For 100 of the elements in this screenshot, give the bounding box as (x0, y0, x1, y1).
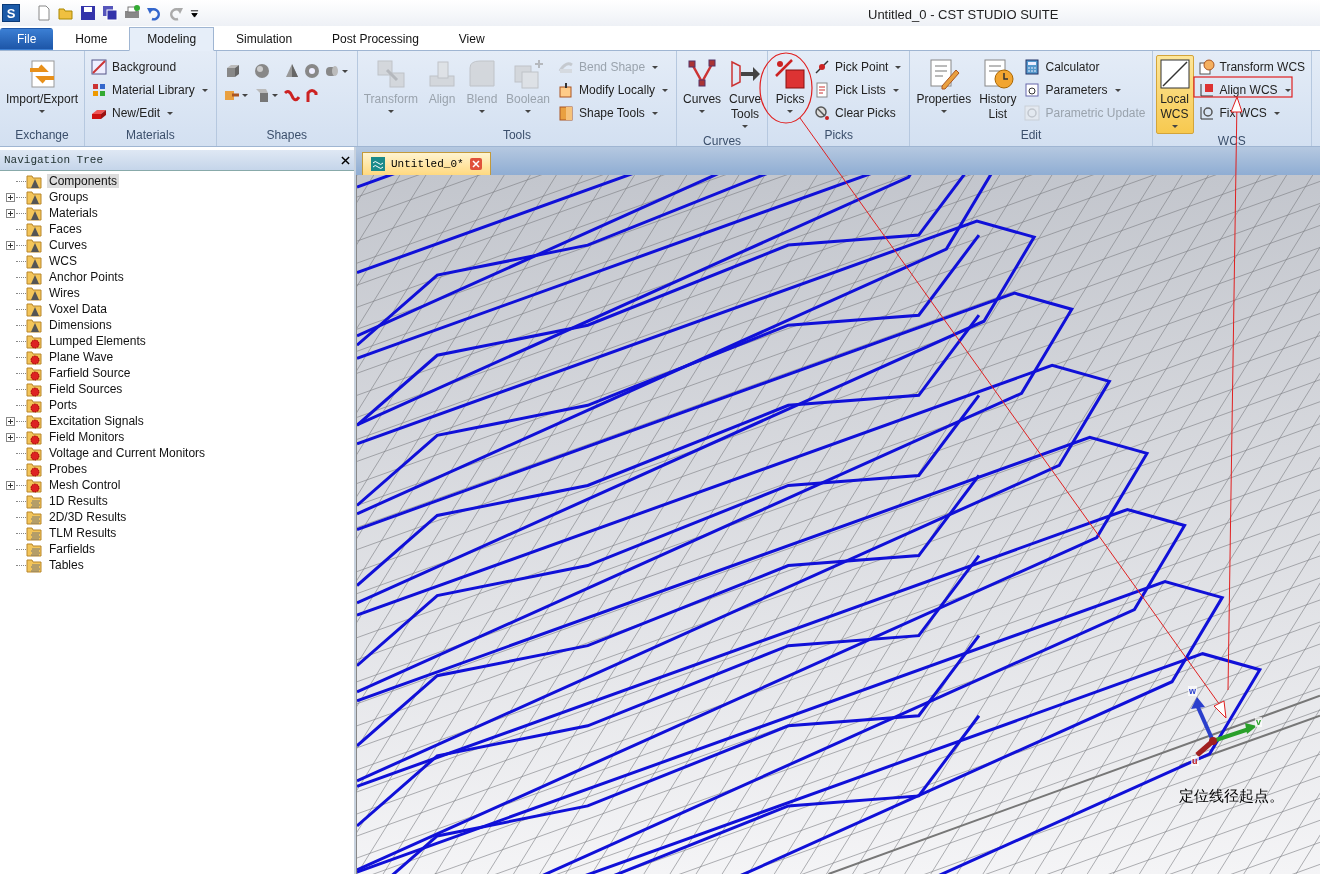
caret-icon (201, 88, 208, 92)
ribbon-large-button[interactable]: Properties (913, 55, 975, 119)
ribbon-button[interactable]: Clear Picks (811, 103, 907, 123)
cube-icon (558, 82, 574, 98)
expand-icon[interactable] (6, 432, 15, 442)
tree-item[interactable]: 1D Results (47, 494, 110, 508)
axis-label: u (1191, 756, 1199, 766)
caret-icon (1284, 88, 1291, 92)
ribbon-button[interactable]: Background (88, 57, 213, 77)
ribbon-large-button[interactable]: History List (976, 55, 1020, 125)
ribbon-button[interactable]: Pick Point (811, 57, 907, 77)
cone-icon (283, 63, 300, 79)
tree-item[interactable]: Curves (47, 238, 89, 252)
tree-item[interactable]: Components (47, 174, 120, 188)
document-tab[interactable]: Untitled_0* (362, 152, 491, 175)
squares-icon (512, 58, 544, 90)
window-title: Untitled_0 - CST STUDIO SUITE (868, 7, 1059, 22)
close-icon[interactable] (341, 155, 350, 165)
ribbon-large-button[interactable]: Picks (771, 55, 810, 119)
tree-item[interactable]: TLM Results (47, 526, 119, 540)
ribbon-button[interactable]: Material Library (88, 80, 213, 100)
ribbon-large-button[interactable]: Curve Tools (726, 55, 765, 134)
save-icon[interactable] (80, 5, 96, 21)
tree-item[interactable]: Wires (47, 286, 82, 300)
tree-item[interactable]: Plane Wave (47, 350, 116, 364)
expand-icon[interactable] (6, 416, 15, 426)
ribbon-button[interactable]: Parameters (1021, 80, 1149, 100)
tree-item[interactable]: Tables (47, 558, 86, 572)
caret-icon (895, 65, 902, 69)
ribbon-large-button[interactable]: Curves (680, 55, 725, 119)
expand-icon[interactable] (6, 192, 15, 202)
ribbon-tab[interactable]: View (440, 28, 503, 50)
caret-icon (940, 110, 947, 113)
folder-gear-icon (26, 349, 42, 365)
anchor-icon (1198, 105, 1215, 121)
grid-icon (91, 82, 108, 98)
ribbon-button[interactable]: Shape Tools (555, 103, 674, 123)
ribbon-group-label: Shapes (265, 128, 309, 144)
customize-caret-icon[interactable] (190, 8, 199, 18)
refresh-icon (1024, 105, 1041, 121)
squares-icon (374, 58, 407, 90)
tree-item[interactable]: WCS (47, 254, 79, 268)
expand-icon[interactable] (6, 240, 15, 250)
tree-item[interactable]: Ports (47, 398, 79, 412)
tree-item[interactable]: Anchor Points (47, 270, 126, 284)
tree-item[interactable]: Farfield Source (47, 366, 133, 380)
folder-gear-icon (26, 397, 42, 413)
tree-item[interactable]: Mesh Control (47, 478, 123, 492)
folder-layers-icon (26, 541, 42, 557)
expand-icon[interactable] (6, 208, 15, 218)
ribbon-button[interactable]: Modify Locally (555, 80, 674, 100)
ribbon-tab[interactable]: Simulation (218, 28, 311, 50)
ribbon-button[interactable]: Align WCS (1195, 80, 1309, 100)
tree-item[interactable]: Faces (47, 222, 84, 236)
axis-label: w (1188, 686, 1197, 696)
folder-layers-icon (26, 557, 42, 573)
file-menu-tab[interactable]: File (0, 28, 54, 50)
caret-icon (478, 110, 485, 113)
save-all-icon[interactable] (102, 5, 118, 21)
ribbon-button[interactable]: Pick Lists (811, 80, 907, 100)
ribbon-tab[interactable]: Home (57, 28, 126, 50)
ribbon-button[interactable]: New/Edit (88, 103, 213, 123)
ribbon-tab[interactable]: Modeling (129, 27, 215, 51)
ribbon-large-button[interactable]: Import/Export (3, 55, 82, 119)
ribbon-group-label: Picks (823, 128, 855, 144)
tree-item[interactable]: Dimensions (47, 318, 114, 332)
tree-item[interactable]: Groups (47, 190, 91, 204)
highlight-ellipse (759, 52, 813, 124)
tree-item[interactable]: Materials (47, 206, 100, 220)
tree-item[interactable]: Excitation Signals (47, 414, 146, 428)
expand-icon[interactable] (6, 480, 15, 490)
caret-icon (241, 93, 248, 97)
undo-icon[interactable] (146, 5, 162, 21)
tree-item[interactable]: Farfields (47, 542, 97, 556)
shape-button[interactable] (283, 63, 300, 79)
picks-icon (774, 58, 807, 90)
printer-icon[interactable] (124, 5, 140, 21)
tree-item[interactable]: Field Monitors (47, 430, 127, 444)
tree-item[interactable]: Lumped Elements (47, 334, 148, 348)
ribbon-button[interactable]: Calculator (1021, 57, 1149, 77)
ribbon-tab[interactable]: Post Processing (314, 28, 437, 50)
ribbon-button[interactable]: Transform WCS (1195, 57, 1309, 77)
ribbon-group-label: Edit (1019, 128, 1043, 144)
tree-item[interactable]: 2D/3D Results (47, 510, 129, 524)
shape-button[interactable] (283, 87, 300, 103)
axis-label: v (1255, 717, 1262, 727)
caret-icon (892, 88, 899, 92)
tree-item[interactable]: Field Sources (47, 382, 125, 396)
folder-icon[interactable] (58, 5, 74, 21)
ribbon-large-button[interactable]: Local WCS (1155, 55, 1194, 134)
tree-item[interactable]: Voltage and Current Monitors (47, 446, 208, 460)
tree-item[interactable]: Probes (47, 462, 90, 476)
caret-icon (787, 110, 794, 113)
3d-viewport[interactable]: w v u 定位线径起点。 (356, 175, 1320, 874)
folder-gear-icon (26, 461, 42, 477)
annotation-text: 定位线径起点。 (1179, 787, 1284, 806)
folder-layers-icon (26, 509, 42, 525)
tree-item[interactable]: Voxel Data (47, 302, 110, 316)
shape-button[interactable] (303, 63, 320, 79)
shape-button[interactable] (323, 63, 350, 79)
